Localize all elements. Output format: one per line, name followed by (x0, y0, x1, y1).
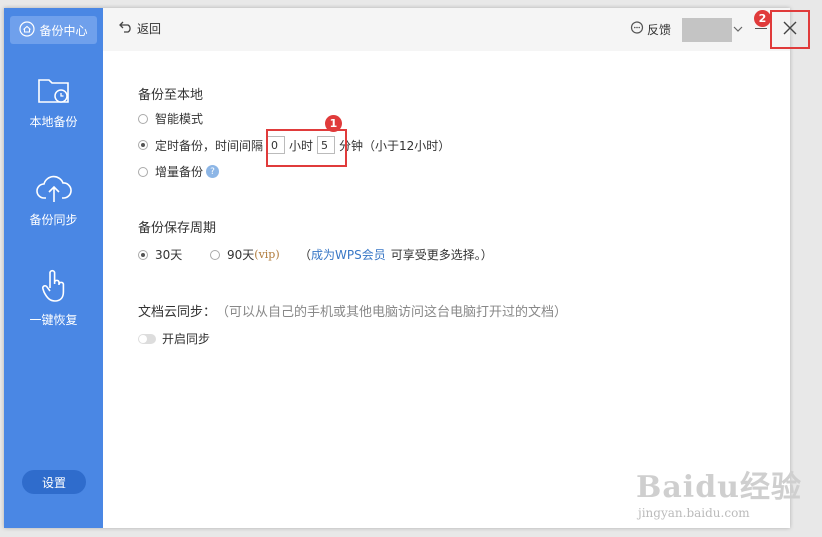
step-badge-2: 2 (754, 10, 771, 27)
cloud-sync-heading: 文档云同步： （可以从自己的手机或其他电脑访问这台电脑打开过的文档） (138, 301, 567, 320)
retention-90-radio[interactable] (210, 249, 220, 260)
sidebar: 备份中心 本地备份 备份同步 一键恢复 设置 (4, 8, 103, 528)
minutes-unit-label: 分钟（小于12小时） (339, 138, 451, 153)
vip-tag: (vip) (254, 248, 280, 261)
chat-bubble-icon (630, 21, 647, 38)
retention-90-option[interactable]: 90天 (vip) (210, 246, 280, 263)
sidebar-item-backup-sync[interactable]: 备份同步 (4, 172, 103, 228)
sidebar-item-label: 本地备份 (29, 115, 78, 129)
backup-center-tab[interactable]: 备份中心 (10, 16, 97, 44)
undo-arrow-icon (119, 21, 137, 36)
timed-backup-label: 定时备份，时间间隔 (155, 138, 264, 153)
step-badge-1: 1 (325, 115, 342, 132)
sync-toggle[interactable] (138, 333, 156, 344)
cloud-upload-icon (4, 172, 103, 207)
baidu-watermark: Baidu经验 jingyan.baidu.com (636, 462, 802, 520)
smart-mode-option[interactable]: 智能模式 (138, 110, 203, 127)
watermark-main: Baidu经验 (636, 470, 802, 505)
incremental-backup-option[interactable]: 增量备份 ? (138, 163, 220, 180)
retention-90-label: 90天 (227, 248, 255, 262)
incremental-backup-radio[interactable] (138, 166, 148, 177)
smart-mode-label: 智能模式 (155, 112, 204, 126)
sidebar-item-label: 一键恢复 (29, 313, 78, 327)
incremental-backup-label: 增量备份 (155, 165, 204, 179)
retention-30-radio[interactable] (138, 249, 148, 260)
watermark-url: jingyan.baidu.com (638, 506, 750, 520)
member-note-open: （ (299, 248, 312, 262)
cloud-sync-description: （可以从自己的手机或其他电脑访问这台电脑打开过的文档） (216, 305, 568, 320)
sync-toggle-row[interactable]: 开启同步 (138, 330, 210, 347)
local-backup-title: 备份至本地 (138, 88, 204, 103)
member-note-rest: 可享受更多选择。） (390, 248, 493, 262)
retention-30-label: 30天 (155, 248, 183, 262)
retention-30-option[interactable]: 30天 (138, 246, 182, 263)
interval-highlight-box (266, 129, 347, 167)
avatar[interactable] (682, 18, 732, 42)
home-cloud-icon (19, 20, 39, 40)
main-content: 备份至本地 智能模式 定时备份，时间间隔 小时 分钟（小于12小时） 1 增量备… (103, 51, 790, 528)
close-icon (783, 21, 797, 38)
close-button[interactable] (770, 10, 810, 49)
back-label: 返回 (137, 22, 162, 36)
back-button[interactable]: 返回 (119, 20, 161, 37)
become-member-link[interactable]: 成为WPS会员 (311, 246, 386, 263)
folder-clock-icon (4, 74, 103, 109)
timed-backup-radio[interactable] (138, 140, 148, 150)
help-icon[interactable]: ? (206, 165, 220, 178)
hand-pointer-icon (4, 268, 103, 307)
retention-title: 备份保存周期 (138, 221, 217, 236)
settings-button[interactable]: 设置 (22, 470, 86, 494)
sidebar-item-one-click-restore[interactable]: 一键恢复 (4, 268, 103, 328)
backup-center-window: 备份中心 本地备份 备份同步 一键恢复 设置 返回 反馈 2 备份至本地 智能模… (4, 8, 810, 528)
brand-label: 备份中心 (39, 23, 88, 38)
member-note: （ 成为WPS会员 可享受更多选择。） (299, 246, 493, 263)
feedback-label: 反馈 (647, 23, 672, 37)
minimize-button[interactable] (755, 28, 767, 29)
sidebar-item-local-backup[interactable]: 本地备份 (4, 74, 103, 130)
cloud-sync-title: 文档云同步： (138, 305, 217, 320)
feedback-button[interactable]: 反馈 (630, 21, 671, 38)
top-bar: 返回 反馈 2 (103, 8, 810, 51)
chevron-down-icon[interactable] (733, 22, 743, 36)
sync-toggle-label: 开启同步 (162, 332, 211, 346)
smart-mode-radio[interactable] (138, 113, 148, 124)
sidebar-item-label: 备份同步 (29, 213, 78, 227)
